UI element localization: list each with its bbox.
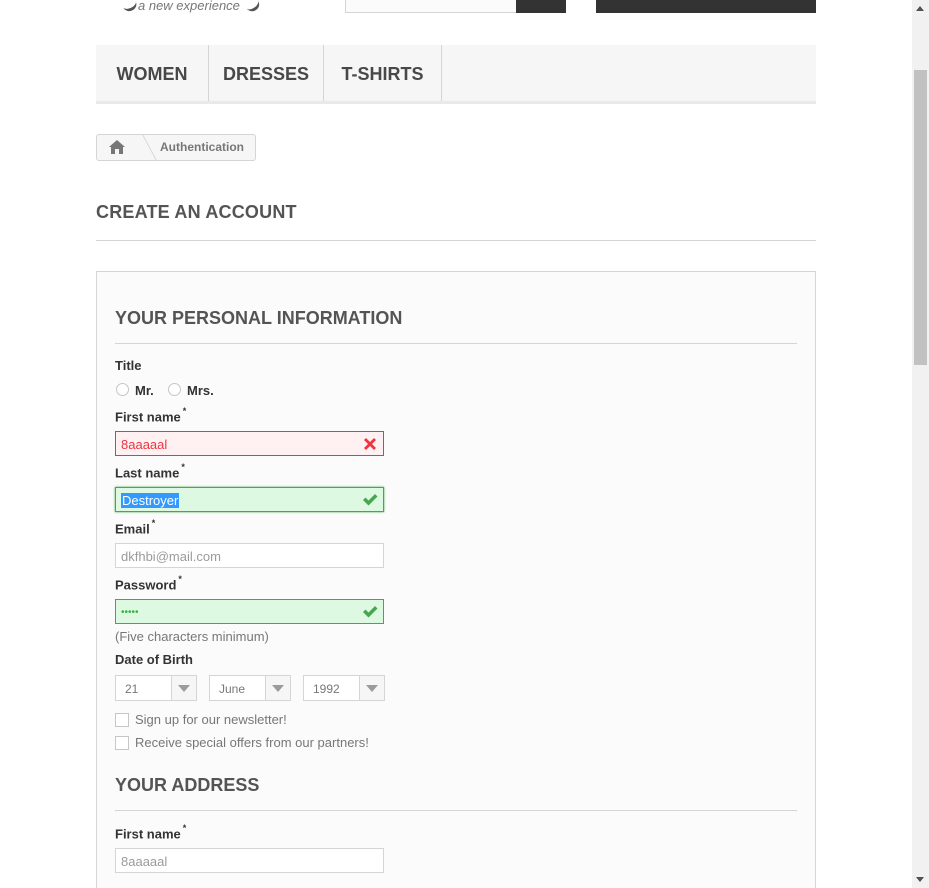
scroll-down-arrow-icon[interactable] <box>912 871 929 888</box>
breadcrumb: Authentication <box>96 134 256 161</box>
password-field[interactable]: ••••• <box>115 599 384 624</box>
title-mrs-radio[interactable] <box>168 383 181 396</box>
personal-info-heading: YOUR PERSONAL INFORMATION <box>115 308 403 328</box>
address-first-name-value: 8aaaaal <box>121 854 168 869</box>
address-first-name-label: First name * <box>115 823 187 842</box>
menu-item-tshirts[interactable]: T-SHIRTS <box>324 45 442 101</box>
required-marker: * <box>181 462 185 472</box>
first-name-field[interactable]: 8aaaaal <box>115 431 384 456</box>
top-menu: WOMEN DRESSES T-SHIRTS <box>96 45 816 104</box>
chevron-down-icon <box>359 676 384 700</box>
required-marker: * <box>182 823 187 833</box>
email-label: Email * <box>115 518 156 537</box>
required-marker: * <box>182 406 187 416</box>
vertical-scrollbar[interactable] <box>912 0 929 888</box>
logo-swoosh-left <box>121 0 139 14</box>
newsletter-label[interactable]: Sign up for our newsletter! <box>135 712 287 727</box>
page: a new experience WOMEN DRESSES T-SHIRTS … <box>0 0 912 888</box>
title-mrs-label[interactable]: Mrs. <box>187 383 214 398</box>
first-name-value: 8aaaaal <box>121 437 168 452</box>
dob-year-value: 1992 <box>313 682 340 696</box>
dob-year-select[interactable]: 1992 <box>303 675 385 701</box>
address-first-name-field[interactable]: 8aaaaal <box>115 848 384 873</box>
dob-month-select[interactable]: June <box>209 675 291 701</box>
scroll-thumb[interactable] <box>914 70 927 365</box>
required-marker: * <box>151 518 156 528</box>
menu-item-dresses[interactable]: DRESSES <box>209 45 324 101</box>
check-icon <box>363 494 378 506</box>
check-icon <box>363 606 378 618</box>
search-button[interactable] <box>516 0 566 13</box>
address-heading: YOUR ADDRESS <box>115 775 260 795</box>
password-value: ••••• <box>121 607 139 618</box>
breadcrumb-current: Authentication <box>160 140 244 154</box>
error-x-icon <box>364 438 376 450</box>
last-name-field[interactable]: Destroyer <box>115 487 384 512</box>
logo-tagline: a new experience <box>138 0 240 13</box>
dob-day-value: 21 <box>125 682 139 696</box>
dob-month-value: June <box>219 682 246 696</box>
search-input[interactable] <box>345 0 517 13</box>
offers-checkbox[interactable] <box>115 736 129 750</box>
title-mr-radio[interactable] <box>116 383 129 396</box>
cart-button[interactable] <box>596 0 816 13</box>
logo-swoosh-right <box>244 0 262 15</box>
password-hint: (Five characters minimum) <box>115 629 269 644</box>
first-name-label: First name * <box>115 406 187 425</box>
heading-divider <box>96 240 816 241</box>
title-label: Title <box>115 358 142 373</box>
page-title: CREATE AN ACCOUNT <box>96 202 297 222</box>
address-divider <box>115 810 797 811</box>
title-mr-label[interactable]: Mr. <box>135 383 154 398</box>
menu-item-women[interactable]: WOMEN <box>96 45 209 101</box>
personal-info-divider <box>115 343 797 344</box>
dob-day-select[interactable]: 21 <box>115 675 197 701</box>
chevron-down-icon <box>265 676 290 700</box>
dob-label: Date of Birth <box>115 652 193 667</box>
last-name-value: Destroyer <box>121 493 180 508</box>
last-name-label: Last name * <box>115 462 185 481</box>
offers-label[interactable]: Receive special offers from our partners… <box>135 735 369 750</box>
account-creation-form: YOUR PERSONAL INFORMATION Title Mr. Mrs.… <box>96 271 816 888</box>
email-value: dkfhbi@mail.com <box>121 549 221 564</box>
newsletter-checkbox[interactable] <box>115 713 129 727</box>
selected-text: Destroyer <box>121 493 180 508</box>
chevron-down-icon <box>171 676 196 700</box>
password-label: Password * <box>115 574 182 593</box>
scroll-up-arrow-icon[interactable] <box>912 0 929 17</box>
required-marker: * <box>178 574 182 584</box>
email-field[interactable]: dkfhbi@mail.com <box>115 543 384 568</box>
